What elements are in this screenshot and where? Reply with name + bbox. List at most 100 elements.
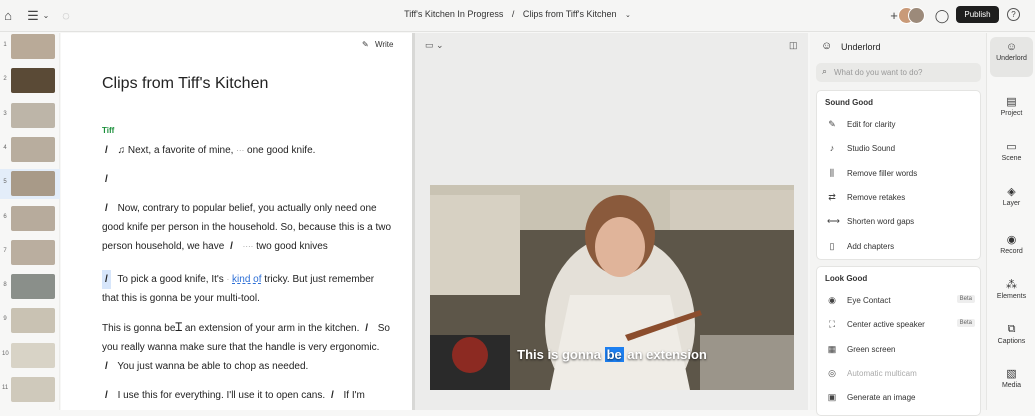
- scene-break-marker[interactable]: /: [227, 237, 236, 256]
- rail-tab-underlord[interactable]: ☺ Underlord: [990, 37, 1033, 77]
- scene-number: 4: [3, 144, 7, 151]
- transcript-paragraph[interactable]: / ♫ Next, a favorite of mine, ··· one go…: [102, 141, 392, 160]
- scene-thumbnail[interactable]: 1: [0, 32, 60, 62]
- scene-thumbnail-image: [11, 205, 55, 231]
- search-placeholder: What do you want to do?: [834, 68, 923, 77]
- speaker-label[interactable]: Tiff: [102, 126, 114, 135]
- video-frame[interactable]: This is gonna be an extension: [430, 185, 794, 390]
- word-gap-marker[interactable]: ····: [243, 242, 254, 251]
- right-tool-rail: ☺ Underlord ▤ Project ▭ Scene ◈ Layer ◉ Record ⁂ El…: [986, 33, 1035, 410]
- rail-tab-project[interactable]: ▤ Project: [987, 91, 1035, 131]
- toggle-panel-icon[interactable]: ◫: [789, 40, 798, 51]
- transcript-text[interactable]: You just wanna be able to chop as needed…: [117, 361, 308, 372]
- pen-icon: ✎: [362, 40, 369, 49]
- rail-tab-record[interactable]: ◉ Record: [987, 229, 1035, 269]
- action-item[interactable]: ✎ Edit for clarity: [825, 118, 975, 132]
- transcript-text[interactable]: Next, a favorite of mine,: [128, 145, 234, 156]
- rail-label: Layer: [1002, 200, 1021, 207]
- action-item[interactable]: ▯ Add chapters: [825, 240, 975, 254]
- scene-thumbnail[interactable]: 10: [0, 341, 60, 371]
- scene-number: 8: [3, 282, 7, 289]
- scene-thumbnail-image: [11, 239, 55, 265]
- scene-break-marker[interactable]: /: [362, 319, 371, 338]
- action-item[interactable]: ⟷ Shorten word gaps: [825, 215, 975, 229]
- scene-thumbnail[interactable]: 4: [0, 135, 60, 165]
- layer-icon: ◈: [1007, 186, 1016, 198]
- rail-tab-scene[interactable]: ▭ Scene: [987, 136, 1035, 176]
- scene-thumbnail[interactable]: 9: [0, 306, 60, 336]
- action-item[interactable]: ▣ Generate an image: [825, 391, 975, 405]
- scene-break-marker[interactable]: /: [102, 270, 111, 289]
- scene-thumbnail-image: [11, 34, 55, 59]
- action-label: Studio Sound: [847, 144, 896, 154]
- transcript-text[interactable]: I'll use it to open cans.: [227, 390, 326, 401]
- scene-thumbnail[interactable]: 6: [0, 204, 60, 234]
- write-mode-button[interactable]: ✎ Write: [362, 40, 393, 49]
- action-item[interactable]: ♪ Studio Sound: [825, 142, 975, 156]
- scene-number: 2: [3, 76, 7, 83]
- rail-label: Project: [1000, 110, 1023, 117]
- word-gap-marker[interactable]: ···: [236, 146, 244, 155]
- scene-break-marker[interactable]: /: [102, 386, 111, 405]
- scene-thumbnail-image: [11, 308, 55, 334]
- scene-thumbnail[interactable]: 11: [0, 375, 60, 405]
- transcript-paragraph[interactable]: This is gonna beꞮ an extension of your a…: [102, 318, 392, 376]
- scene-number: 7: [3, 247, 7, 254]
- rail-label: Captions: [997, 338, 1026, 345]
- look-good-card: Look Good ◉ Eye Contact Beta ⛶ Center active…: [816, 266, 981, 416]
- action-item[interactable]: ⫼ Remove filler words: [825, 167, 975, 181]
- chevron-down-icon[interactable]: ⌄: [625, 12, 631, 19]
- scene-thumbnail[interactable]: 3: [0, 101, 60, 131]
- search-input[interactable]: ⌕ What do you want to do?: [816, 63, 981, 82]
- caption-overlay[interactable]: This is gonna be an extension: [430, 347, 794, 362]
- layout-icon[interactable]: ▭ ⌄: [425, 40, 444, 51]
- avatar[interactable]: [908, 7, 925, 24]
- rail-tab-elements[interactable]: ⁂ Elements: [987, 274, 1035, 314]
- rail-tab-media[interactable]: ▧ Media: [987, 363, 1035, 403]
- scene-thumbnail[interactable]: 2: [0, 66, 60, 96]
- action-item[interactable]: ⛶ Center active speaker Beta: [825, 318, 975, 332]
- scene-break-marker[interactable]: /: [102, 199, 111, 218]
- transcript-text[interactable]: This is gonna be: [102, 323, 175, 334]
- scene-break-marker[interactable]: /: [102, 170, 111, 189]
- transcript-paragraph[interactable]: / To pick a good knife, It's · kind of t…: [102, 270, 392, 308]
- scene-thumbnail-strip: 1 2 3 4 5 6 7 8 9 10 11: [0, 33, 60, 410]
- comment-icon[interactable]: ◯: [934, 8, 950, 24]
- transcript-paragraph[interactable]: /: [102, 170, 392, 189]
- filler-word-highlight[interactable]: kind of: [232, 274, 261, 285]
- scene-number: 3: [3, 110, 7, 117]
- script-editor[interactable]: ✎ Write Clips from Tiff's Kitchen Tiff /…: [61, 33, 412, 410]
- word-gap-marker[interactable]: ·: [227, 275, 230, 284]
- scene-number: 5: [3, 179, 7, 186]
- transcript-text[interactable]: two good knives: [256, 241, 328, 252]
- breadcrumb-project[interactable]: Tiff's Kitchen In Progress: [404, 9, 503, 19]
- scene-thumbnail-image: [11, 342, 55, 368]
- action-item[interactable]: ▦ Green screen: [825, 343, 975, 357]
- rail-label: Elements: [996, 293, 1027, 300]
- action-item[interactable]: ⇄ Remove retakes: [825, 191, 975, 205]
- scene-thumbnail[interactable]: 5: [0, 169, 60, 200]
- rail-tab-captions[interactable]: ⧉ Captions: [987, 319, 1035, 359]
- scene-thumbnail[interactable]: 7: [0, 238, 60, 268]
- transcript-text[interactable]: an extension of your arm in the kitchen.: [185, 323, 360, 334]
- scene-thumbnail[interactable]: 8: [0, 272, 60, 302]
- help-icon[interactable]: ?: [1007, 8, 1020, 21]
- transcript-paragraph[interactable]: / I use this for everything. I'll use it…: [102, 386, 392, 405]
- transcript-text[interactable]: If I'm: [344, 390, 365, 401]
- action-label: Remove filler words: [847, 168, 918, 178]
- transcript-text[interactable]: To pick a good knife, It's: [117, 274, 223, 285]
- action-item[interactable]: ◉ Eye Contact Beta: [825, 294, 975, 308]
- scene-break-marker[interactable]: /: [328, 386, 337, 405]
- transcript-paragraph[interactable]: / Now, contrary to popular belief, you a…: [102, 199, 392, 256]
- scene-break-marker[interactable]: /: [102, 141, 111, 160]
- action-label: Shorten word gaps: [847, 217, 915, 227]
- scene-break-marker[interactable]: /: [102, 357, 111, 376]
- breadcrumb-composition[interactable]: Clips from Tiff's Kitchen: [523, 9, 617, 19]
- page-title[interactable]: Clips from Tiff's Kitchen: [102, 75, 268, 93]
- rail-tab-layer[interactable]: ◈ Layer: [987, 181, 1035, 221]
- publish-button[interactable]: Publish: [956, 6, 999, 23]
- transcript-text[interactable]: I use this for everything.: [118, 390, 224, 401]
- transcript-text[interactable]: one good knife.: [247, 145, 315, 156]
- action-label: Add chapters: [847, 241, 895, 251]
- rail-label: Record: [1000, 248, 1023, 255]
